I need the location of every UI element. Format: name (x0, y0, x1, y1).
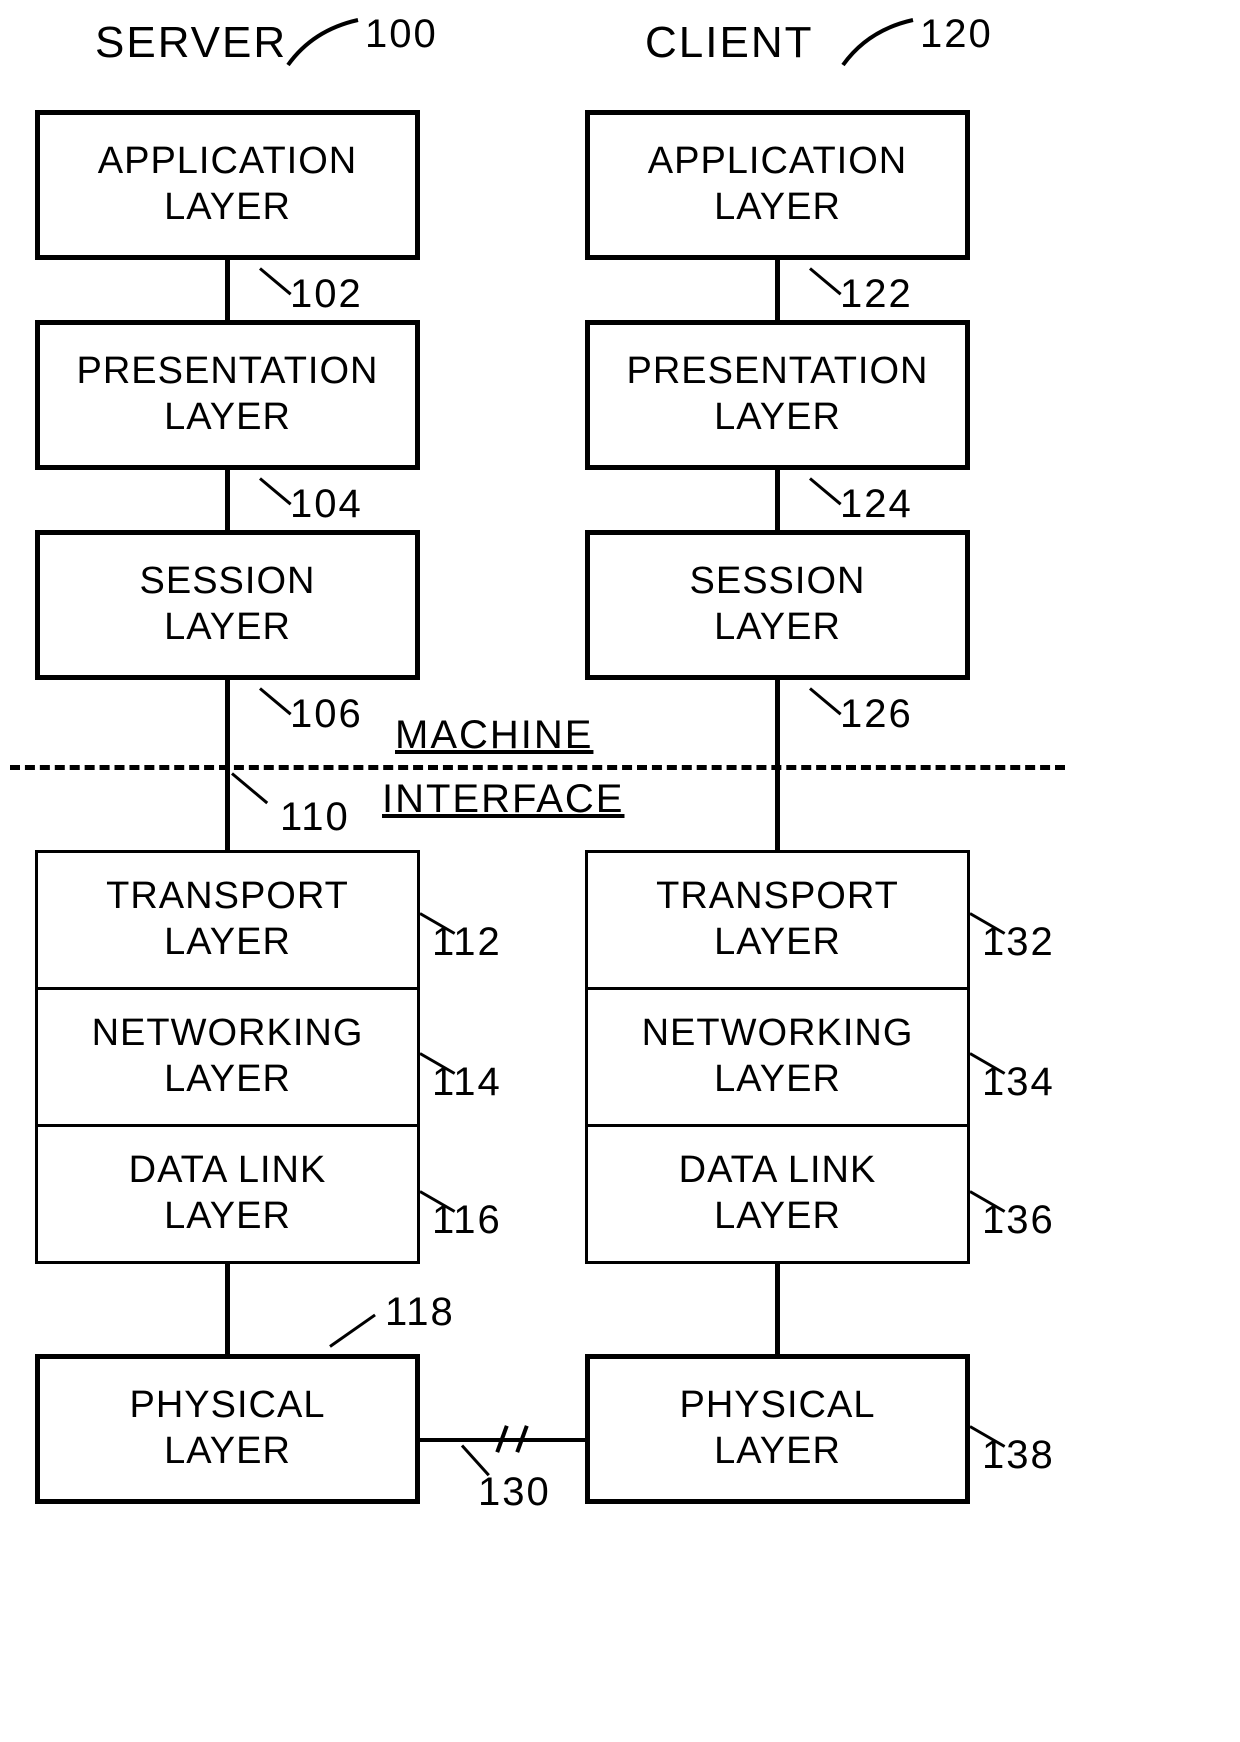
client-conn-2 (775, 470, 780, 530)
server-conn-2 (225, 470, 230, 530)
server-application-box: APPLICATION LAYER (35, 110, 420, 260)
server-ref-arc (283, 15, 363, 70)
client-ref-arc (838, 15, 918, 70)
server-datalink-ref: 116 (432, 1198, 502, 1243)
client-networking-ref: 134 (982, 1060, 1055, 1105)
client-presentation-ref: 124 (840, 482, 913, 527)
client-application-label: APPLICATION LAYER (648, 139, 907, 230)
machine-label-top: MACHINE (395, 713, 593, 758)
client-datalink-label: DATA LINK LAYER (679, 1148, 877, 1239)
diagram-canvas: SERVER CLIENT 100 120 APPLICATION LAYER … (0, 0, 1240, 1742)
client-conn-4 (775, 1264, 780, 1354)
server-datalink-box: DATA LINK LAYER (35, 1124, 420, 1264)
server-networking-label: NETWORKING LAYER (92, 1011, 364, 1102)
server-networking-ref: 114 (432, 1060, 502, 1105)
client-presentation-box: PRESENTATION LAYER (585, 320, 970, 470)
client-session-label: SESSION LAYER (690, 559, 866, 650)
server-sess-lead (259, 687, 292, 715)
client-title: CLIENT (645, 18, 813, 68)
server-transport-ref: 112 (432, 920, 502, 965)
server-application-ref: 102 (290, 272, 363, 317)
client-networking-label: NETWORKING LAYER (642, 1011, 914, 1102)
client-app-lead (809, 267, 842, 295)
server-session-box: SESSION LAYER (35, 530, 420, 680)
server-conn-1 (225, 260, 230, 320)
server-physical-box: PHYSICAL LAYER (35, 1354, 420, 1504)
server-session-label: SESSION LAYER (140, 559, 316, 650)
client-physical-box: PHYSICAL LAYER (585, 1354, 970, 1504)
client-datalink-box: DATA LINK LAYER (585, 1124, 970, 1264)
server-transport-label: TRANSPORT LAYER (106, 874, 349, 965)
client-pres-lead (809, 477, 842, 505)
server-pres-lead (259, 477, 292, 505)
server-datalink-label: DATA LINK LAYER (129, 1148, 327, 1239)
server-interface-ref: 110 (280, 795, 350, 840)
client-transport-ref: 132 (982, 920, 1055, 965)
client-session-ref: 126 (840, 692, 913, 737)
client-conn-1 (775, 260, 780, 320)
client-transport-label: TRANSPORT LAYER (656, 874, 899, 965)
client-presentation-label: PRESENTATION LAYER (627, 349, 929, 440)
server-physical-ref: 118 (385, 1290, 455, 1335)
client-session-box: SESSION LAYER (585, 530, 970, 680)
server-title: SERVER (95, 18, 287, 68)
client-datalink-ref: 136 (982, 1198, 1055, 1243)
client-application-ref: 122 (840, 272, 913, 317)
client-ref: 120 (920, 12, 993, 57)
server-physical-label: PHYSICAL LAYER (130, 1383, 326, 1474)
server-iface-lead (231, 772, 268, 804)
server-ref: 100 (365, 12, 438, 57)
client-sess-lead (809, 687, 842, 715)
server-phys-lead (329, 1314, 376, 1348)
server-presentation-label: PRESENTATION LAYER (77, 349, 379, 440)
client-transport-box: TRANSPORT LAYER (585, 850, 970, 990)
client-application-box: APPLICATION LAYER (585, 110, 970, 260)
link-ref: 130 (478, 1470, 551, 1515)
server-application-label: APPLICATION LAYER (98, 139, 357, 230)
client-physical-ref: 138 (982, 1433, 1055, 1478)
server-presentation-box: PRESENTATION LAYER (35, 320, 420, 470)
server-networking-box: NETWORKING LAYER (35, 987, 420, 1127)
server-app-lead (259, 267, 292, 295)
client-physical-label: PHYSICAL LAYER (680, 1383, 876, 1474)
machine-label-bottom: INTERFACE (382, 777, 624, 822)
server-transport-box: TRANSPORT LAYER (35, 850, 420, 990)
server-session-ref: 106 (290, 692, 363, 737)
machine-interface-divider (10, 765, 1065, 770)
server-conn-4 (225, 1264, 230, 1354)
client-networking-box: NETWORKING LAYER (585, 987, 970, 1127)
server-presentation-ref: 104 (290, 482, 363, 527)
